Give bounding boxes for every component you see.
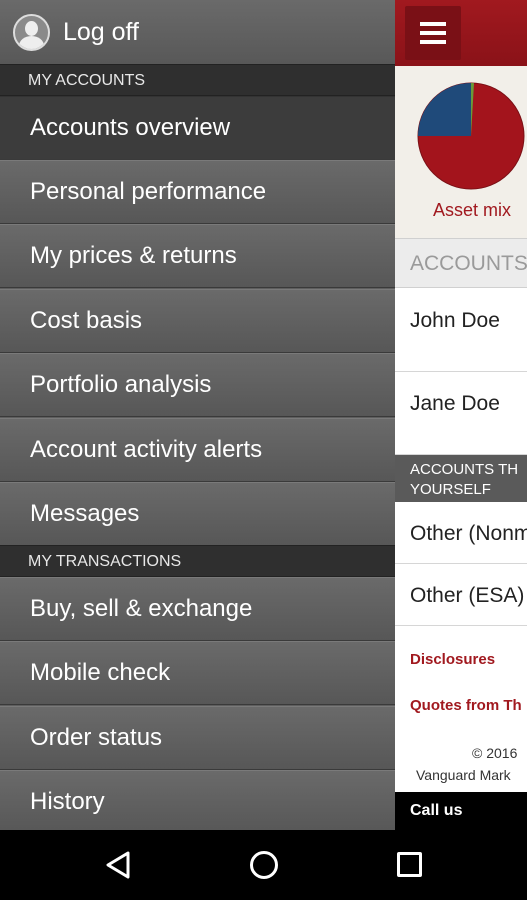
hamburger-menu-icon[interactable]: [405, 6, 461, 60]
asset-mix-label: Asset mix: [432, 200, 511, 220]
recents-icon[interactable]: [397, 852, 422, 877]
top-app-bar: [395, 0, 527, 66]
log-off-label: Log off: [63, 17, 140, 46]
navigation-drawer: Log off MY ACCOUNTS Accounts overview Pe…: [0, 0, 395, 830]
back-icon[interactable]: [105, 850, 131, 880]
accounts-section-header: ACCOUNTS: [395, 238, 527, 288]
nav-item-mobile-check[interactable]: Mobile check: [0, 641, 395, 705]
vanguard-marketing-text: Vanguard Mark: [416, 767, 511, 783]
asset-mix-card[interactable]: Asset mix: [395, 66, 527, 238]
nav-item-order-status[interactable]: Order status: [0, 706, 395, 770]
nav-item-portfolio-analysis[interactable]: Portfolio analysis: [0, 353, 395, 417]
my-transactions-section-header: MY TRANSACTIONS: [0, 545, 395, 577]
call-us-button[interactable]: Call us: [395, 792, 527, 830]
self-accounts-section-header: ACCOUNTS TH YOURSELF: [395, 455, 527, 502]
android-navigation-bar: [0, 830, 527, 900]
disclosures-link[interactable]: Disclosures: [410, 651, 495, 668]
quotes-link[interactable]: Quotes from Th: [410, 697, 522, 714]
nav-item-my-prices-returns[interactable]: My prices & returns: [0, 224, 395, 288]
account-row[interactable]: John Doe: [395, 289, 527, 372]
self-header-line2: YOURSELF: [410, 481, 491, 498]
other-account-row[interactable]: Other (Nonm: [395, 502, 527, 564]
log-off-button[interactable]: Log off: [0, 0, 395, 64]
nav-item-cost-basis[interactable]: Cost basis: [0, 289, 395, 353]
main-content: Asset mix ACCOUNTS John Doe Jane Doe ACC…: [395, 0, 527, 830]
self-header-line1: ACCOUNTS TH: [410, 461, 519, 478]
nav-item-accounts-overview[interactable]: Accounts overview: [0, 96, 395, 160]
my-accounts-section-header: MY ACCOUNTS: [0, 64, 395, 96]
nav-item-account-activity-alerts[interactable]: Account activity alerts: [0, 418, 395, 482]
nav-item-buy-sell-exchange[interactable]: Buy, sell & exchange: [0, 577, 395, 641]
avatar-icon: [13, 13, 50, 51]
asset-mix-pie-chart: [417, 82, 525, 190]
nav-item-history[interactable]: History: [0, 770, 395, 830]
other-account-row[interactable]: Other (ESA): [395, 564, 527, 626]
home-icon[interactable]: [250, 851, 278, 879]
nav-item-personal-performance[interactable]: Personal performance: [0, 160, 395, 224]
nav-item-messages[interactable]: Messages: [0, 482, 395, 546]
copyright-text: © 2016: [472, 745, 518, 761]
account-row[interactable]: Jane Doe: [395, 372, 527, 455]
